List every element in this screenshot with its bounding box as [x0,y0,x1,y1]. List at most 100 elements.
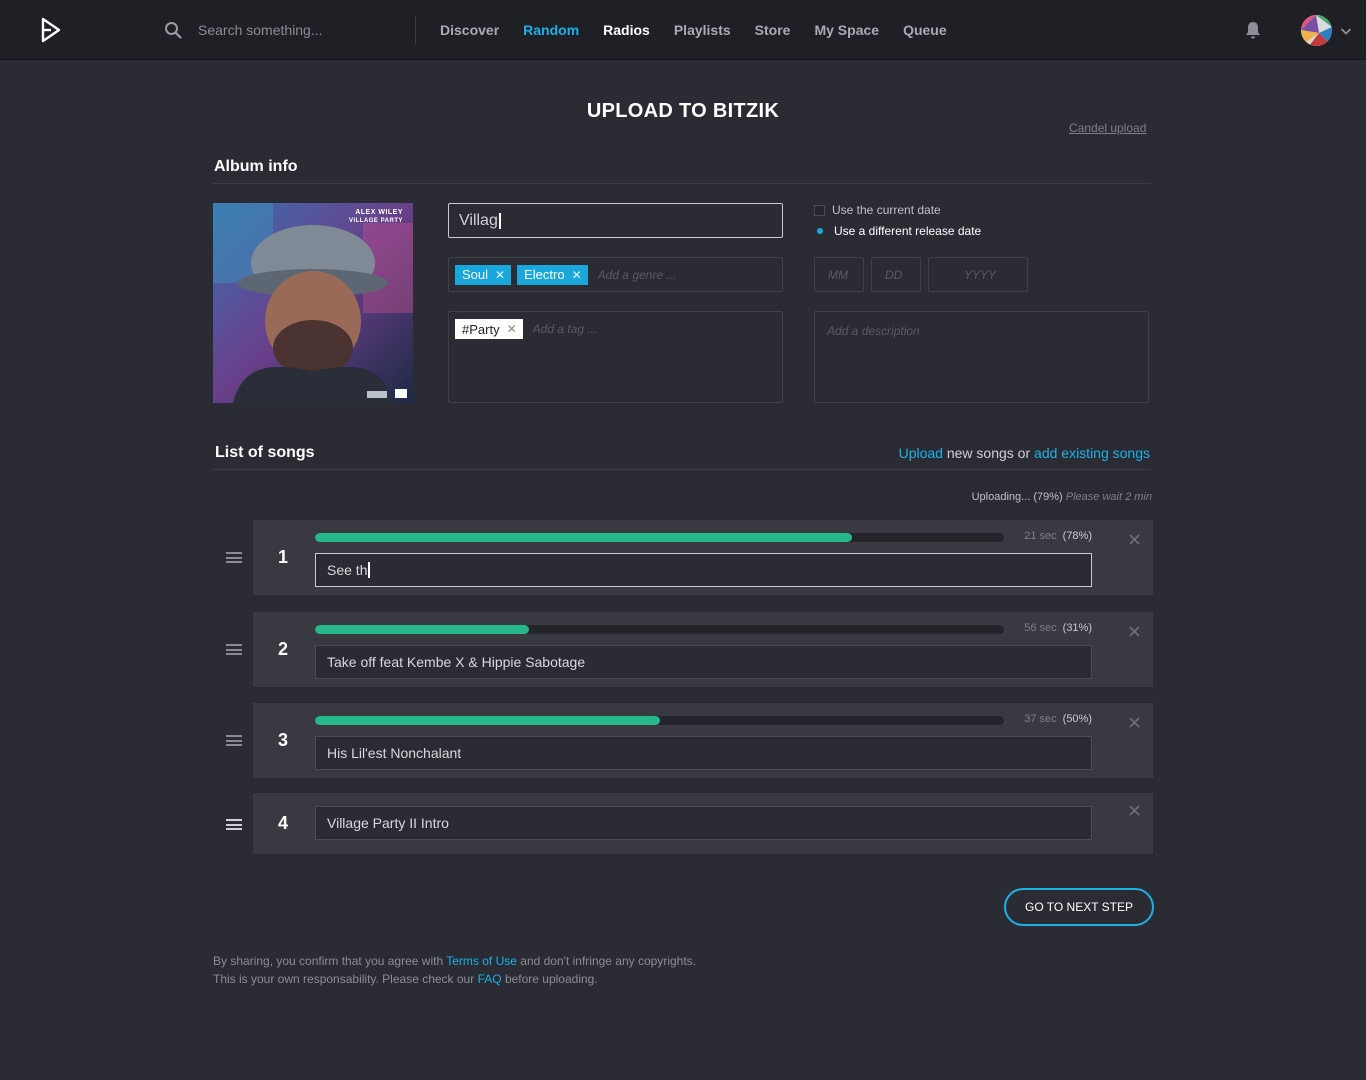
top-bar: Discover Random Radios Playlists Store M… [0,0,1366,60]
genre-chip: Electro ✕ [517,264,588,285]
footer-text: before uploading. [504,972,598,986]
remove-chip-icon[interactable]: ✕ [495,268,505,282]
drag-handle-icon[interactable] [226,644,242,655]
search-input[interactable] [198,18,403,42]
close-icon[interactable] [1129,626,1140,637]
genre-field[interactable]: Soul ✕ Electro ✕ [448,257,783,292]
songs-title: List of songs [215,444,315,461]
song-row: 1 21 sec (78%) See th [253,520,1153,595]
date-option-different[interactable]: Use a different release date [814,224,981,238]
tag-chip: #Party ✕ [455,319,523,339]
bell-icon[interactable] [1243,20,1263,40]
progress-percent: (31%) [1062,622,1092,634]
song-title-field[interactable]: Village Party II Intro [315,806,1092,840]
text-caret [498,212,501,229]
album-info-title: Album info [214,158,298,175]
terms-of-use-link[interactable]: Terms of Use [446,954,517,968]
play-logo-icon[interactable] [38,16,62,44]
song-title-value: Take off feat Kembe X & Hippie Sabotage [327,654,586,670]
date-option-current[interactable]: Use the current date [814,203,941,217]
avatar[interactable] [1301,15,1332,46]
section-divider [213,469,1151,470]
song-title-value: Village Party II Intro [327,815,449,831]
album-title-field[interactable]: Villag [448,203,783,238]
search-icon[interactable] [164,21,182,39]
album-title-value: Villag [459,211,498,229]
genre-input[interactable] [597,264,758,285]
year-field[interactable] [928,257,1028,292]
progress-meta: 37 sec (50%) [1024,713,1092,725]
progress-percent: (50%) [1062,713,1092,725]
upload-songs-link[interactable]: Upload [899,445,943,461]
nav-my-space[interactable]: My Space [814,22,879,38]
nav-queue[interactable]: Queue [903,22,947,38]
cover-artist-text: ALEX WILEY [355,209,403,216]
tag-input[interactable] [532,319,693,339]
tag-field[interactable]: #Party ✕ [448,311,783,403]
nav-radios[interactable]: Radios [603,22,650,38]
close-icon[interactable] [1129,805,1140,816]
header-divider [415,16,416,44]
footer-text: and don't infringe any copyrights. [520,954,697,968]
cover-album-text: VILLAGE PARTY [348,218,403,224]
upload-status-text: Uploading... (79%) [971,491,1063,503]
month-field[interactable] [814,257,864,292]
song-title-field[interactable]: Take off feat Kembe X & Hippie Sabotage [315,645,1092,679]
chevron-down-icon[interactable] [1340,26,1352,36]
song-number: 4 [277,813,288,833]
song-row: 4 Village Party II Intro [253,793,1153,854]
description-field[interactable] [814,311,1149,403]
nav-store[interactable]: Store [755,22,791,38]
footer-faq-line: This is your own responsability. Please … [213,972,598,986]
upload-status: Uploading... (79%) Please wait 2 min [972,491,1152,503]
cancel-upload-link[interactable]: Candel upload [1069,121,1146,135]
drag-handle-icon[interactable] [226,735,242,746]
song-number: 2 [277,639,288,659]
drag-handle-icon[interactable] [226,552,242,563]
song-title-value: His Lil'est Nonchalant [327,745,462,761]
progress-fill [315,716,660,725]
progress-time: 21 sec [1024,530,1057,542]
song-number: 1 [277,547,288,567]
date-option-label: Use the current date [832,203,941,217]
upload-progress-bar [315,625,1004,634]
progress-fill [315,625,529,634]
drag-handle-icon[interactable] [226,819,242,830]
genre-chip-label: Soul [462,267,489,282]
day-field[interactable] [871,257,921,292]
page-title: UPLOAD TO BITZIK [586,100,780,122]
upload-progress-bar [315,716,1004,725]
nav-playlists[interactable]: Playlists [674,22,731,38]
radio-selected[interactable] [814,226,825,237]
faq-link[interactable]: FAQ [478,972,502,986]
nav-random[interactable]: Random [523,22,579,38]
remove-chip-icon[interactable]: ✕ [572,268,582,282]
checkbox[interactable] [814,204,825,216]
close-icon[interactable] [1129,534,1140,545]
song-title-field[interactable]: His Lil'est Nonchalant [315,736,1092,770]
upload-progress-bar [315,533,1004,542]
footer-text: By sharing, you confirm that you agree w… [213,954,444,968]
footer-text: This is your own responsability. Please … [213,972,475,986]
progress-meta: 21 sec (78%) [1024,530,1092,542]
song-title-field[interactable]: See th [315,553,1092,587]
progress-percent: (78%) [1062,530,1092,542]
section-divider [213,183,1151,184]
progress-time: 56 sec [1024,622,1057,634]
album-cover[interactable]: ALEX WILEY VILLAGE PARTY [213,203,413,403]
progress-fill [315,533,853,542]
next-step-button[interactable]: GO TO NEXT STEP [1004,888,1154,926]
nav-discover[interactable]: Discover [440,22,499,38]
close-icon[interactable] [1129,717,1140,728]
songs-actions-text: new songs or [946,445,1031,461]
song-title-value: See th [327,562,368,578]
text-caret [368,562,371,578]
main-nav: Discover Random Radios Playlists Store M… [440,0,971,60]
footer-terms-line: By sharing, you confirm that you agree w… [213,954,696,968]
remove-chip-icon[interactable]: ✕ [507,322,517,336]
genre-chip: Soul ✕ [455,264,512,285]
upload-wait-text: Please wait 2 min [1065,491,1152,503]
genre-chip-label: Electro [524,267,565,282]
add-existing-songs-link[interactable]: add existing songs [1034,445,1150,461]
tag-chip-label: #Party [462,321,500,337]
